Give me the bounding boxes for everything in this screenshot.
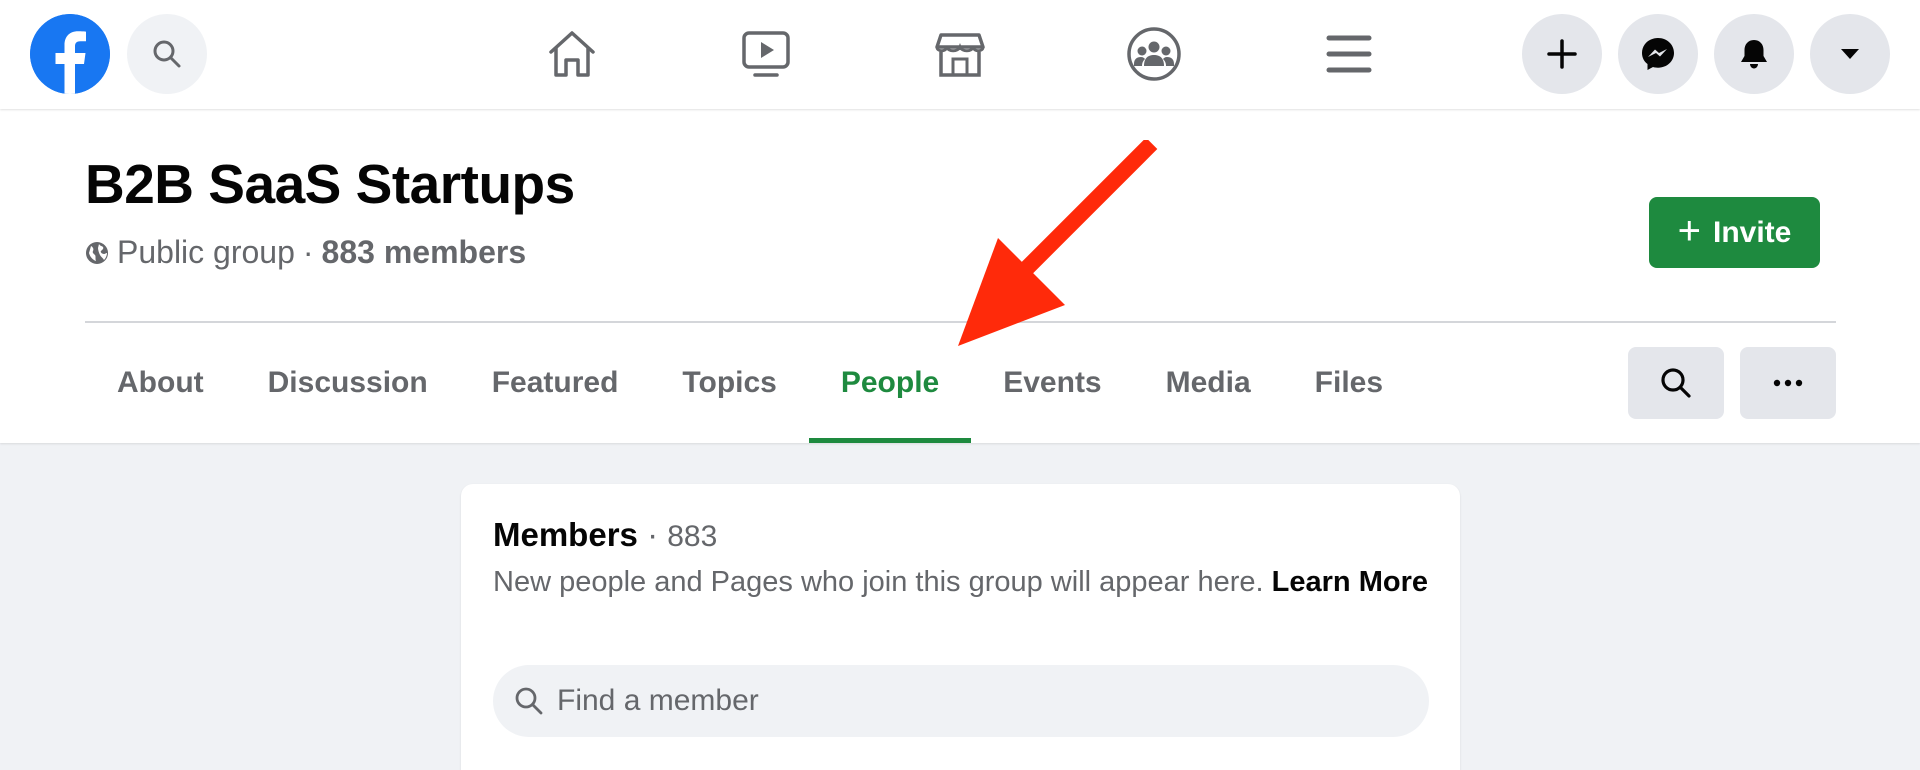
messenger-button[interactable] [1618, 14, 1698, 94]
nav-marketplace-button[interactable] [928, 22, 992, 86]
members-description: New people and Pages who join this group… [493, 562, 1433, 602]
group-search-button[interactable] [1628, 347, 1724, 419]
members-separator: · [647, 516, 659, 553]
group-member-count[interactable]: 883 members [322, 234, 527, 271]
notifications-button[interactable] [1714, 14, 1794, 94]
meta-separator: · [302, 234, 314, 270]
create-button[interactable] [1522, 14, 1602, 94]
members-description-text: New people and Pages who join this group… [493, 566, 1264, 598]
search-icon [153, 40, 181, 68]
account-menu-button[interactable] [1810, 14, 1890, 94]
search-icon [515, 687, 543, 715]
more-icon [1773, 379, 1803, 387]
facebook-logo-icon[interactable] [30, 14, 110, 94]
group-tabs: About Discussion Featured Topics People … [85, 323, 1415, 443]
tab-discussion[interactable]: Discussion [236, 323, 460, 443]
marketplace-icon [935, 33, 985, 77]
bell-icon [1741, 40, 1767, 69]
find-member-field[interactable] [493, 665, 1429, 737]
tab-files[interactable]: Files [1283, 323, 1415, 443]
tab-topics[interactable]: Topics [650, 323, 808, 443]
nav-menu-button[interactable] [1317, 22, 1381, 86]
members-card: Members · 883 New people and Pages who j… [461, 484, 1460, 770]
plus-icon: + [1677, 208, 1701, 253]
tab-featured[interactable]: Featured [460, 323, 651, 443]
top-navigation-bar [0, 0, 1920, 109]
globe-icon [86, 241, 108, 264]
invite-label: Invite [1713, 215, 1792, 249]
nav-groups-button[interactable] [1122, 22, 1186, 86]
home-icon [549, 31, 595, 77]
watch-icon [742, 31, 790, 77]
members-count: 883 [667, 520, 718, 553]
invite-button[interactable]: + Invite [1649, 197, 1820, 268]
more-options-button[interactable] [1740, 347, 1836, 419]
learn-more-link[interactable]: Learn More [1272, 566, 1428, 598]
caret-down-icon [1841, 49, 1859, 59]
groups-icon [1127, 27, 1181, 81]
messenger-icon [1642, 38, 1674, 70]
find-member-input[interactable] [557, 684, 1407, 718]
nav-watch-button[interactable] [734, 22, 798, 86]
members-title: Members [493, 516, 638, 553]
search-button[interactable] [127, 14, 207, 94]
tab-about[interactable]: About [85, 323, 236, 443]
search-icon [1661, 368, 1691, 398]
plus-icon [1547, 39, 1577, 69]
group-privacy: Public group [117, 234, 295, 270]
members-heading: Members · 883 [493, 516, 717, 554]
menu-icon [1326, 35, 1372, 73]
annotation-arrow-icon [958, 140, 1158, 346]
nav-home-button[interactable] [540, 22, 604, 86]
group-title: B2B SaaS Startups [85, 153, 575, 215]
group-meta: Public group · 883 members [85, 234, 526, 271]
